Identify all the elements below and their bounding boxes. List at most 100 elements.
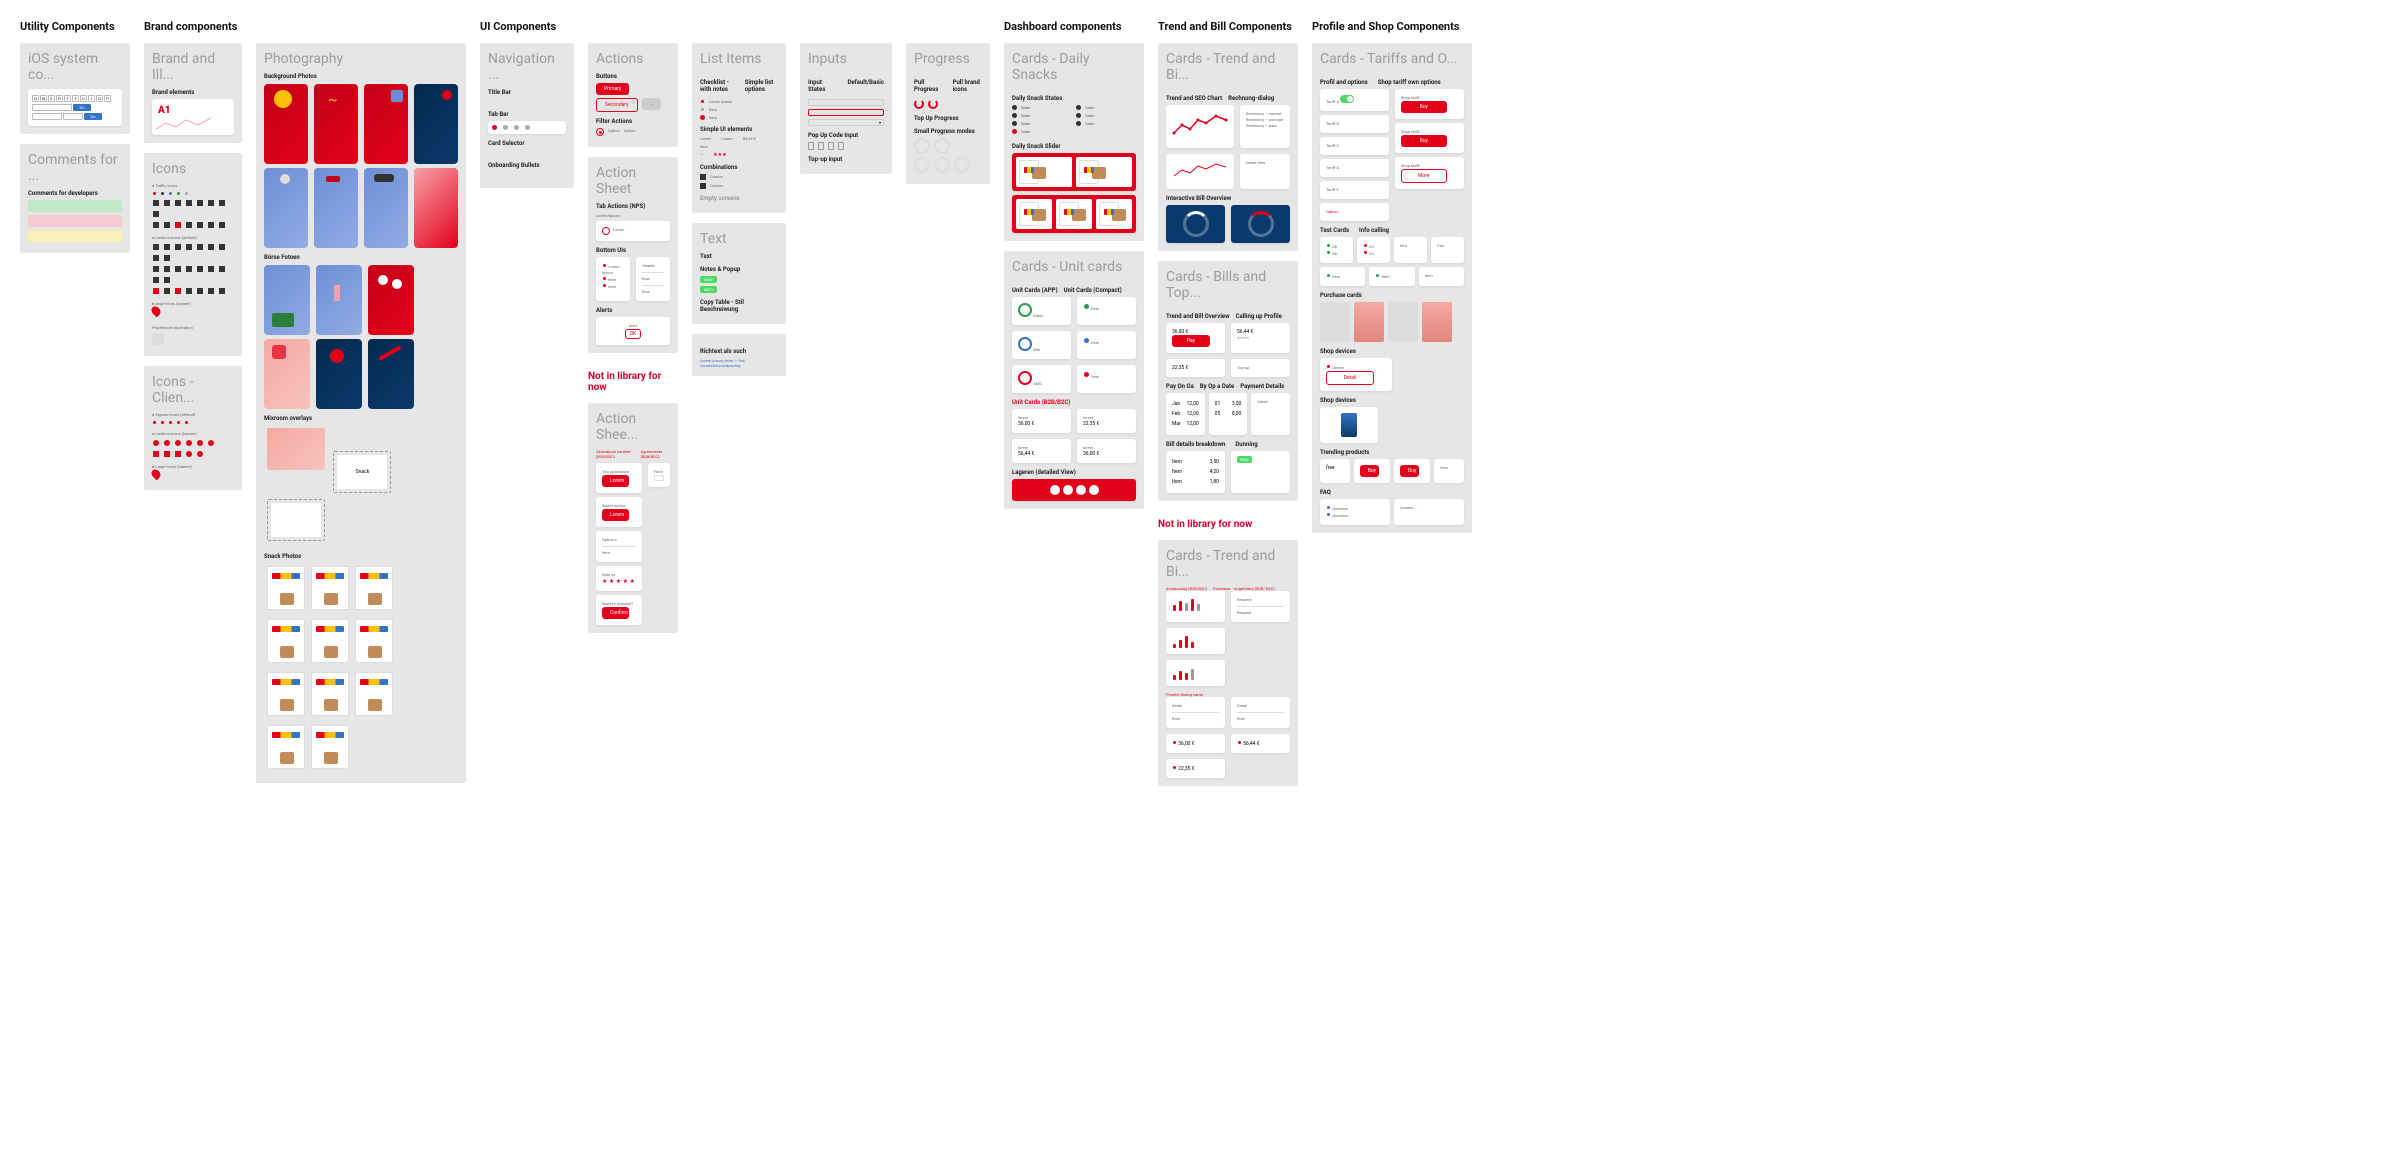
- tab-nps-sub: Tab Actions (NPS): [596, 203, 670, 210]
- pill1[interactable]: Option: [608, 128, 620, 133]
- details-button[interactable]: Detail: [1326, 371, 1374, 385]
- secondary-button[interactable]: Secondary: [596, 98, 638, 112]
- unit-s3: Unit Cards (B2B/B2C): [1012, 399, 1136, 406]
- prog-bottom: Small Progress modes: [914, 128, 982, 135]
- tb-trend: Trend and SEO Chart: [1166, 95, 1222, 102]
- primary-button[interactable]: Primary: [596, 83, 629, 95]
- key-go[interactable]: Go: [73, 104, 91, 111]
- amt1: 36,00 €: [1018, 421, 1034, 427]
- title-unit: Cards - Unit cards: [1012, 259, 1136, 275]
- amt3: 22,35 €: [1083, 421, 1099, 427]
- title-tb2: Cards - Trend and Bi...: [1166, 548, 1290, 580]
- title-as1: Action Sheet: [596, 165, 670, 197]
- title-nav: Navigation ...: [488, 51, 566, 83]
- actions-buttons: Buttons: [596, 73, 670, 80]
- section-listitems: List Items Checklist - with notes Simple…: [692, 43, 786, 213]
- more-button[interactable]: More: [1401, 169, 1447, 183]
- section-unit-cards: Cards - Unit cards Unit Cards (APP) Unit…: [1004, 251, 1144, 509]
- text-input[interactable]: [808, 99, 884, 106]
- nav-tabbar: Tab Bar: [488, 111, 566, 118]
- text-copy: Copy Table - Stil Beschreiwung: [700, 299, 778, 313]
- note-green: [28, 200, 122, 212]
- inputs-states: Input States: [808, 79, 833, 93]
- trend-buy-2[interactable]: Buy: [1400, 465, 1419, 477]
- trend-buy[interactable]: Buy: [1360, 465, 1379, 477]
- bt-detail: Bill details breakdown: [1166, 441, 1225, 448]
- title-actions: Actions: [596, 51, 670, 67]
- icons-l4: Placeholder illustration: [152, 325, 234, 330]
- li-simple: Simple list options: [745, 79, 778, 93]
- text-input-error[interactable]: [808, 109, 884, 116]
- amt2: 56,44 €: [1018, 451, 1034, 457]
- confirm-btn[interactable]: Confirm: [602, 607, 629, 619]
- alerts-sub: Alerts: [596, 307, 670, 314]
- section-icons: Icons ● Traffic icons ● medium-icons (de…: [144, 153, 242, 356]
- prog-pull: Pull Progress: [914, 79, 939, 93]
- tb-overview: Interactive Bill Overview: [1166, 195, 1290, 202]
- icons-l1: ● Traffic icons: [152, 183, 234, 188]
- title-daily: Cards - Daily Snacks: [1012, 51, 1136, 83]
- bt-trend: Trend and Bill Overview: [1166, 313, 1230, 320]
- bt-topup: Calling up Profile: [1236, 313, 1282, 320]
- btn-1[interactable]: Lorem: [602, 475, 629, 487]
- pill2[interactable]: Option: [624, 128, 636, 133]
- icons-l2: ● medium-icons (default): [152, 235, 234, 240]
- ph-sub3: Mixroom overlays: [264, 415, 458, 422]
- title-photography: Photography: [264, 51, 458, 67]
- infocall-sub: Info calling: [1359, 227, 1389, 234]
- nps-a[interactable]: Lorem: [613, 227, 624, 235]
- ph-sub2: Börse Fotoen: [264, 254, 458, 261]
- shopdev2-sub: Shop devices: [1320, 397, 1464, 404]
- title-bills: Cards - Bills and Top...: [1166, 269, 1290, 301]
- col-header-utility: Utility Components: [20, 20, 130, 33]
- buy-button[interactable]: Buy: [1401, 101, 1447, 113]
- btn-2[interactable]: Lorem: [602, 509, 629, 521]
- section-actionsheet1: Action Sheet Tab Actions (NPS) Lorem/ips…: [588, 157, 678, 353]
- richtext-sub: Richtext als such: [700, 348, 778, 355]
- title-progress: Progress: [914, 51, 982, 67]
- bt-payon: Pay On Ga: [1166, 383, 1194, 390]
- list-row: Lorem ipsum: [709, 99, 732, 104]
- trending-sub: Trending products: [1320, 449, 1464, 456]
- bottom-uis-sub: Bottom UIs: [596, 247, 670, 254]
- text-notes: Notes & Popup: [700, 266, 778, 273]
- section-ios: iOS system co... QWERTYUIOP Go Go: [20, 43, 130, 134]
- bt-dunning: Dunning: [1235, 441, 1257, 448]
- icl2: ● medium-icons (banner): [152, 431, 234, 436]
- title-inputs: Inputs: [808, 51, 884, 67]
- section-text: Text Text Notes & Popup NEW INFO Copy Ta…: [692, 223, 786, 324]
- icl1: ● Signals-icons (default): [152, 412, 234, 417]
- section-richtext: Richtext als such Lorem ipsum dolor — li…: [692, 334, 786, 376]
- li-combo: Combinations: [700, 164, 778, 171]
- asnl-s1: Aktivrajoun content (B2B/B2C): [596, 449, 635, 459]
- unit-s1: Unit Cards (APP): [1012, 287, 1058, 294]
- section-trend-bill-1: Cards - Trend and Bi... Trend and SEO Ch…: [1158, 43, 1298, 251]
- key-done[interactable]: Go: [84, 113, 102, 120]
- toggle-a[interactable]: [1340, 95, 1354, 103]
- brand-sub: Brand elements: [152, 89, 234, 96]
- section-trend-bill-2: Cards - Trend and Bi... Kontauszüg (B2B/…: [1158, 540, 1298, 786]
- actions-filter: Filter Actions: [596, 118, 670, 125]
- shop-tariff-sub: Shop tariff own options: [1378, 79, 1441, 86]
- tariff-sub: Profil and options: [1320, 79, 1368, 86]
- ok-button[interactable]: OK: [625, 329, 642, 339]
- section-comments: Comments for ... Comments for developers: [20, 144, 130, 253]
- location-pin-icon: [150, 305, 163, 318]
- buy-button-2[interactable]: Buy: [1401, 135, 1447, 147]
- text-head: Text: [700, 253, 778, 260]
- pd-1: 36,00 €: [1178, 741, 1194, 747]
- nav-onboard: Onboarding Bullets: [488, 162, 566, 169]
- title-text: Text: [700, 231, 778, 247]
- li-simpleui: Simple UI elements: [700, 126, 778, 133]
- purchase-sub: Purchase cards: [1320, 292, 1464, 299]
- nav-cardsel: Card Selector: [488, 140, 566, 147]
- bill-amt-3: 22,35 €: [1172, 365, 1188, 371]
- title-tb1: Cards - Trend and Bi...: [1166, 51, 1290, 83]
- amt1b: 36,00 €: [1083, 451, 1099, 457]
- col-header-ui: UI Components: [480, 20, 574, 33]
- trend-chart: [1172, 111, 1228, 139]
- section-actions: Actions Buttons Primary Secondary... Fil…: [588, 43, 678, 147]
- section-actionsheet-notlib: Action Shee... Aktivrajoun content (B2B/…: [588, 403, 678, 633]
- pay-button[interactable]: Pay: [1172, 335, 1210, 347]
- section-navigation: Navigation ... Title Bar Tab Bar Card Se…: [480, 43, 574, 188]
